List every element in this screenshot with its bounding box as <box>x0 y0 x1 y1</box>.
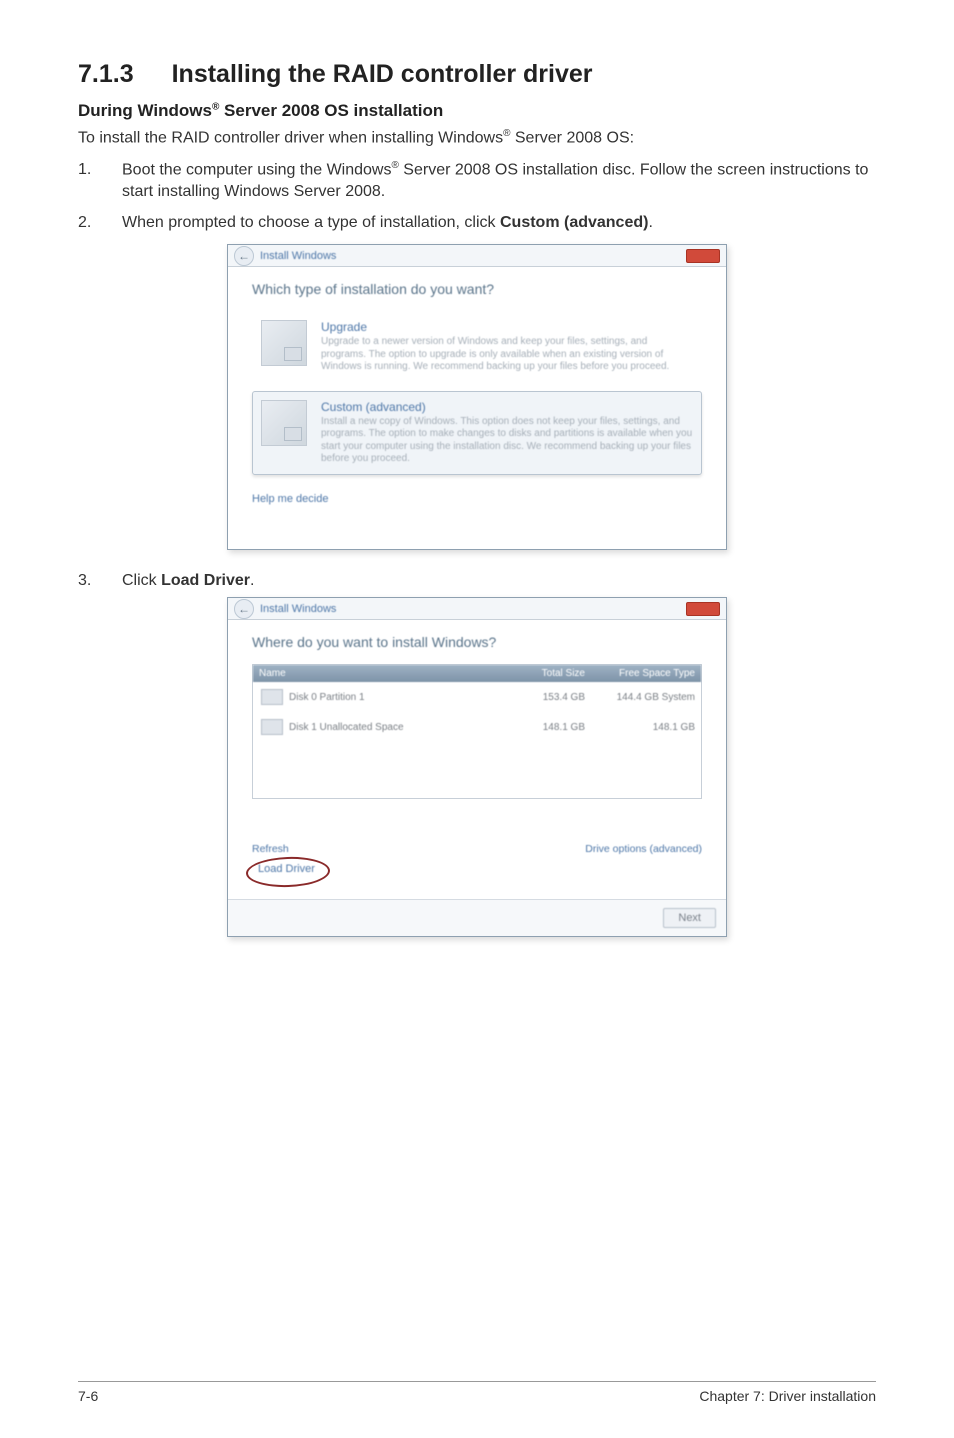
upgrade-icon <box>261 320 307 366</box>
window-titlebar: ← Install Windows <box>228 245 726 267</box>
upgrade-desc: Upgrade to a newer version of Windows an… <box>321 336 693 374</box>
page-number: 7-6 <box>78 1388 98 1404</box>
upgrade-title: Upgrade <box>321 320 693 334</box>
custom-desc: Install a new copy of Windows. This opti… <box>321 416 693 466</box>
disk-table-header: Name Total Size Free Space Type <box>253 665 701 682</box>
install-type-window: ← Install Windows Which type of installa… <box>227 244 727 550</box>
section-number: 7.1.3 <box>78 60 134 89</box>
back-button[interactable]: ← <box>234 246 254 266</box>
refresh-link[interactable]: Refresh <box>252 843 323 855</box>
wizard-footer: Next <box>228 899 726 936</box>
help-me-decide-link[interactable]: Help me decide <box>252 493 702 505</box>
section-title: Installing the RAID controller driver <box>172 60 593 88</box>
option-upgrade[interactable]: Upgrade Upgrade to a newer version of Wi… <box>252 311 702 383</box>
disk-row[interactable]: Disk 1 Unallocated Space 148.1 GB 148.1 … <box>253 712 701 742</box>
install-location-window: ← Install Windows Where do you want to i… <box>227 597 727 937</box>
disk-icon <box>261 689 283 705</box>
step-number: 1. <box>78 159 122 203</box>
install-type-question: Which type of installation do you want? <box>252 281 702 297</box>
step-2: 2. When prompted to choose a type of ins… <box>78 212 876 234</box>
disk-icon <box>261 719 283 735</box>
back-button[interactable]: ← <box>234 599 254 619</box>
option-custom[interactable]: Custom (advanced) Install a new copy of … <box>252 391 702 475</box>
next-button[interactable]: Next <box>663 908 716 928</box>
custom-icon <box>261 400 307 446</box>
col-name: Name <box>253 665 521 682</box>
step-1: 1. Boot the computer using the Windows® … <box>78 159 876 203</box>
col-total: Total Size <box>521 665 591 682</box>
window-titlebar: ← Install Windows <box>228 598 726 620</box>
custom-title: Custom (advanced) <box>321 400 693 414</box>
load-driver-link[interactable]: Load Driver <box>252 861 323 879</box>
page-footer: 7-6 Chapter 7: Driver installation <box>78 1381 876 1404</box>
close-button[interactable] <box>686 602 720 616</box>
step-body: Boot the computer using the Windows® Ser… <box>122 159 876 203</box>
install-location-question: Where do you want to install Windows? <box>252 634 702 650</box>
disk-row[interactable]: Disk 0 Partition 1 153.4 GB 144.4 GB Sys… <box>253 682 701 712</box>
chapter-label: Chapter 7: Driver installation <box>699 1388 876 1404</box>
section-heading: 7.1.3 Installing the RAID controller driv… <box>78 60 876 89</box>
window-title: Install Windows <box>260 603 336 615</box>
intro-text: To install the RAID controller driver wh… <box>78 127 876 149</box>
window-title: Install Windows <box>260 250 336 262</box>
col-free: Free Space Type <box>591 665 701 682</box>
step-body: Click Load Driver. <box>122 570 876 592</box>
subsection-heading: During Windows® Server 2008 OS installat… <box>78 101 876 121</box>
close-button[interactable] <box>686 249 720 263</box>
step-body: When prompted to choose a type of instal… <box>122 212 876 234</box>
drive-options-link[interactable]: Drive options (advanced) <box>585 843 702 855</box>
step-number: 3. <box>78 570 122 592</box>
step-number: 2. <box>78 212 122 234</box>
step-3: 3. Click Load Driver. <box>78 570 876 592</box>
